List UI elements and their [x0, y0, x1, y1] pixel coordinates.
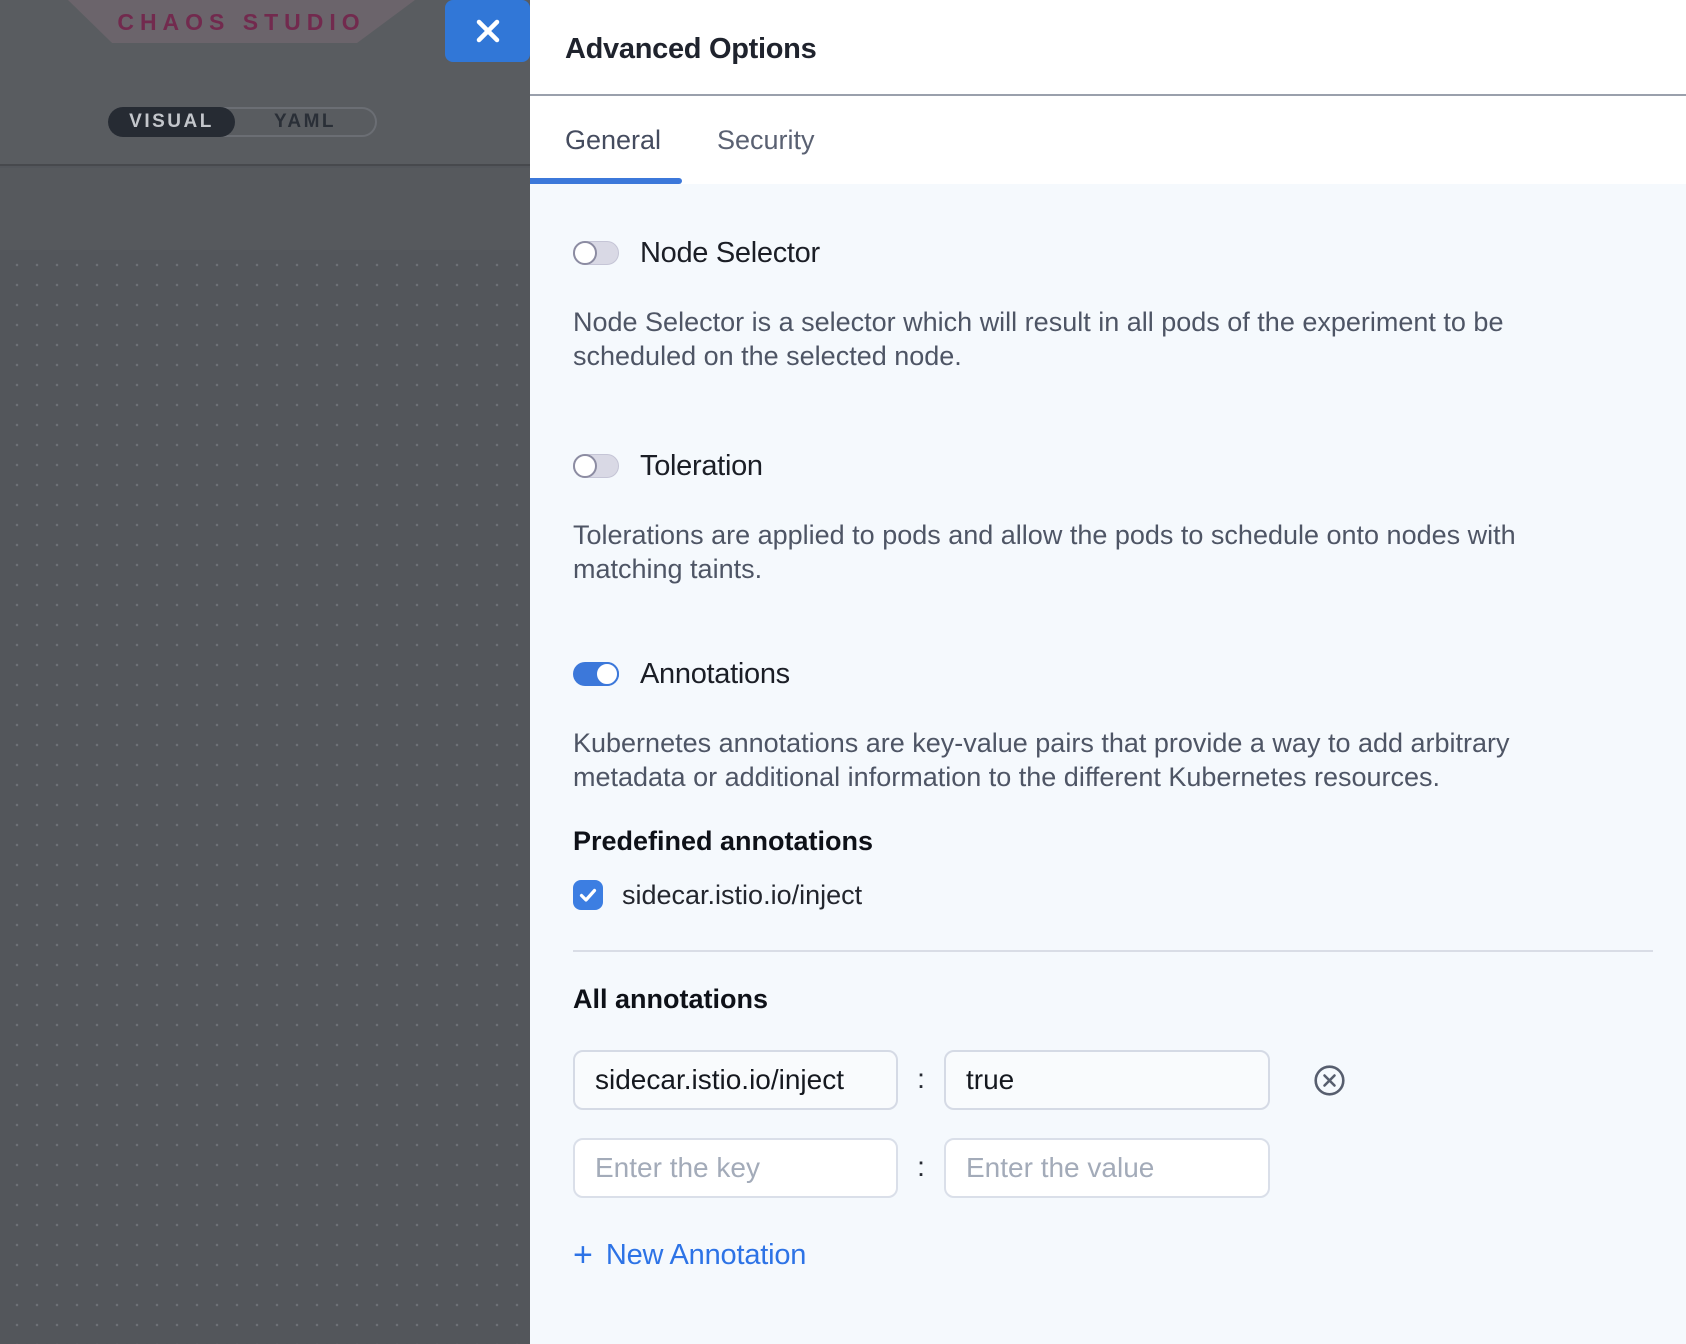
underlay-toolbar-strip	[0, 168, 530, 250]
visual-tab[interactable]: VISUAL	[108, 107, 235, 137]
toggle-knob	[573, 454, 597, 478]
annotation-key-input[interactable]	[573, 1050, 898, 1110]
toleration-label: Toleration	[640, 451, 763, 481]
toleration-description: Tolerations are applied to pods and allo…	[573, 518, 1683, 586]
plus-icon: +	[573, 1237, 593, 1273]
annotation-key-input[interactable]	[573, 1138, 898, 1198]
annotations-toggle[interactable]	[573, 662, 619, 686]
drawer-title: Advanced Options	[565, 0, 816, 94]
tab-general[interactable]: General	[530, 96, 682, 184]
predefined-annotations-heading: Predefined annotations	[573, 826, 873, 856]
annotation-value-input[interactable]	[944, 1050, 1270, 1110]
advanced-options-drawer: Advanced Options General Security Node S…	[530, 0, 1686, 1344]
section-divider	[573, 950, 1653, 952]
node-selector-label: Node Selector	[640, 238, 820, 268]
toggle-knob	[595, 662, 619, 686]
tab-security[interactable]: Security	[717, 96, 822, 184]
yaml-tab-label: YAML	[274, 111, 336, 133]
dimmed-background-page: CHAOS STUDIO VISUAL YAML	[0, 0, 530, 1344]
sidecar-istio-checkbox[interactable]	[573, 880, 603, 910]
chaos-studio-banner: CHAOS STUDIO	[68, 0, 415, 43]
annotations-description: Kubernetes annotations are key-value pai…	[573, 726, 1683, 794]
key-value-separator: :	[911, 1138, 931, 1198]
close-icon	[474, 17, 502, 45]
annotations-label: Annotations	[640, 659, 790, 689]
tab-security-label: Security	[717, 125, 815, 155]
circle-x-icon	[1313, 1064, 1346, 1097]
new-annotation-label: New Annotation	[606, 1237, 806, 1273]
check-icon	[578, 885, 598, 905]
sidecar-istio-checkbox-label: sidecar.istio.io/inject	[622, 880, 862, 910]
node-selector-toggle[interactable]	[573, 241, 619, 265]
drawer-header-divider	[530, 94, 1686, 96]
underlay-dotted-canvas	[0, 250, 530, 1344]
key-value-separator: :	[911, 1050, 931, 1110]
all-annotations-heading: All annotations	[573, 984, 768, 1014]
toleration-toggle[interactable]	[573, 454, 619, 478]
chaos-studio-banner-label: CHAOS STUDIO	[117, 9, 365, 35]
close-drawer-button[interactable]	[445, 0, 530, 62]
tab-general-label: General	[565, 125, 661, 155]
new-annotation-button[interactable]: + New Annotation	[573, 1237, 806, 1273]
yaml-tab[interactable]: YAML	[235, 109, 375, 135]
visual-tab-label: VISUAL	[129, 111, 214, 133]
node-selector-description: Node Selector is a selector which will r…	[573, 305, 1683, 373]
visual-yaml-segmented-control: VISUAL YAML	[108, 107, 377, 137]
annotation-value-input[interactable]	[944, 1138, 1270, 1198]
toggle-knob	[573, 241, 597, 265]
remove-annotation-button[interactable]	[1313, 1064, 1346, 1097]
